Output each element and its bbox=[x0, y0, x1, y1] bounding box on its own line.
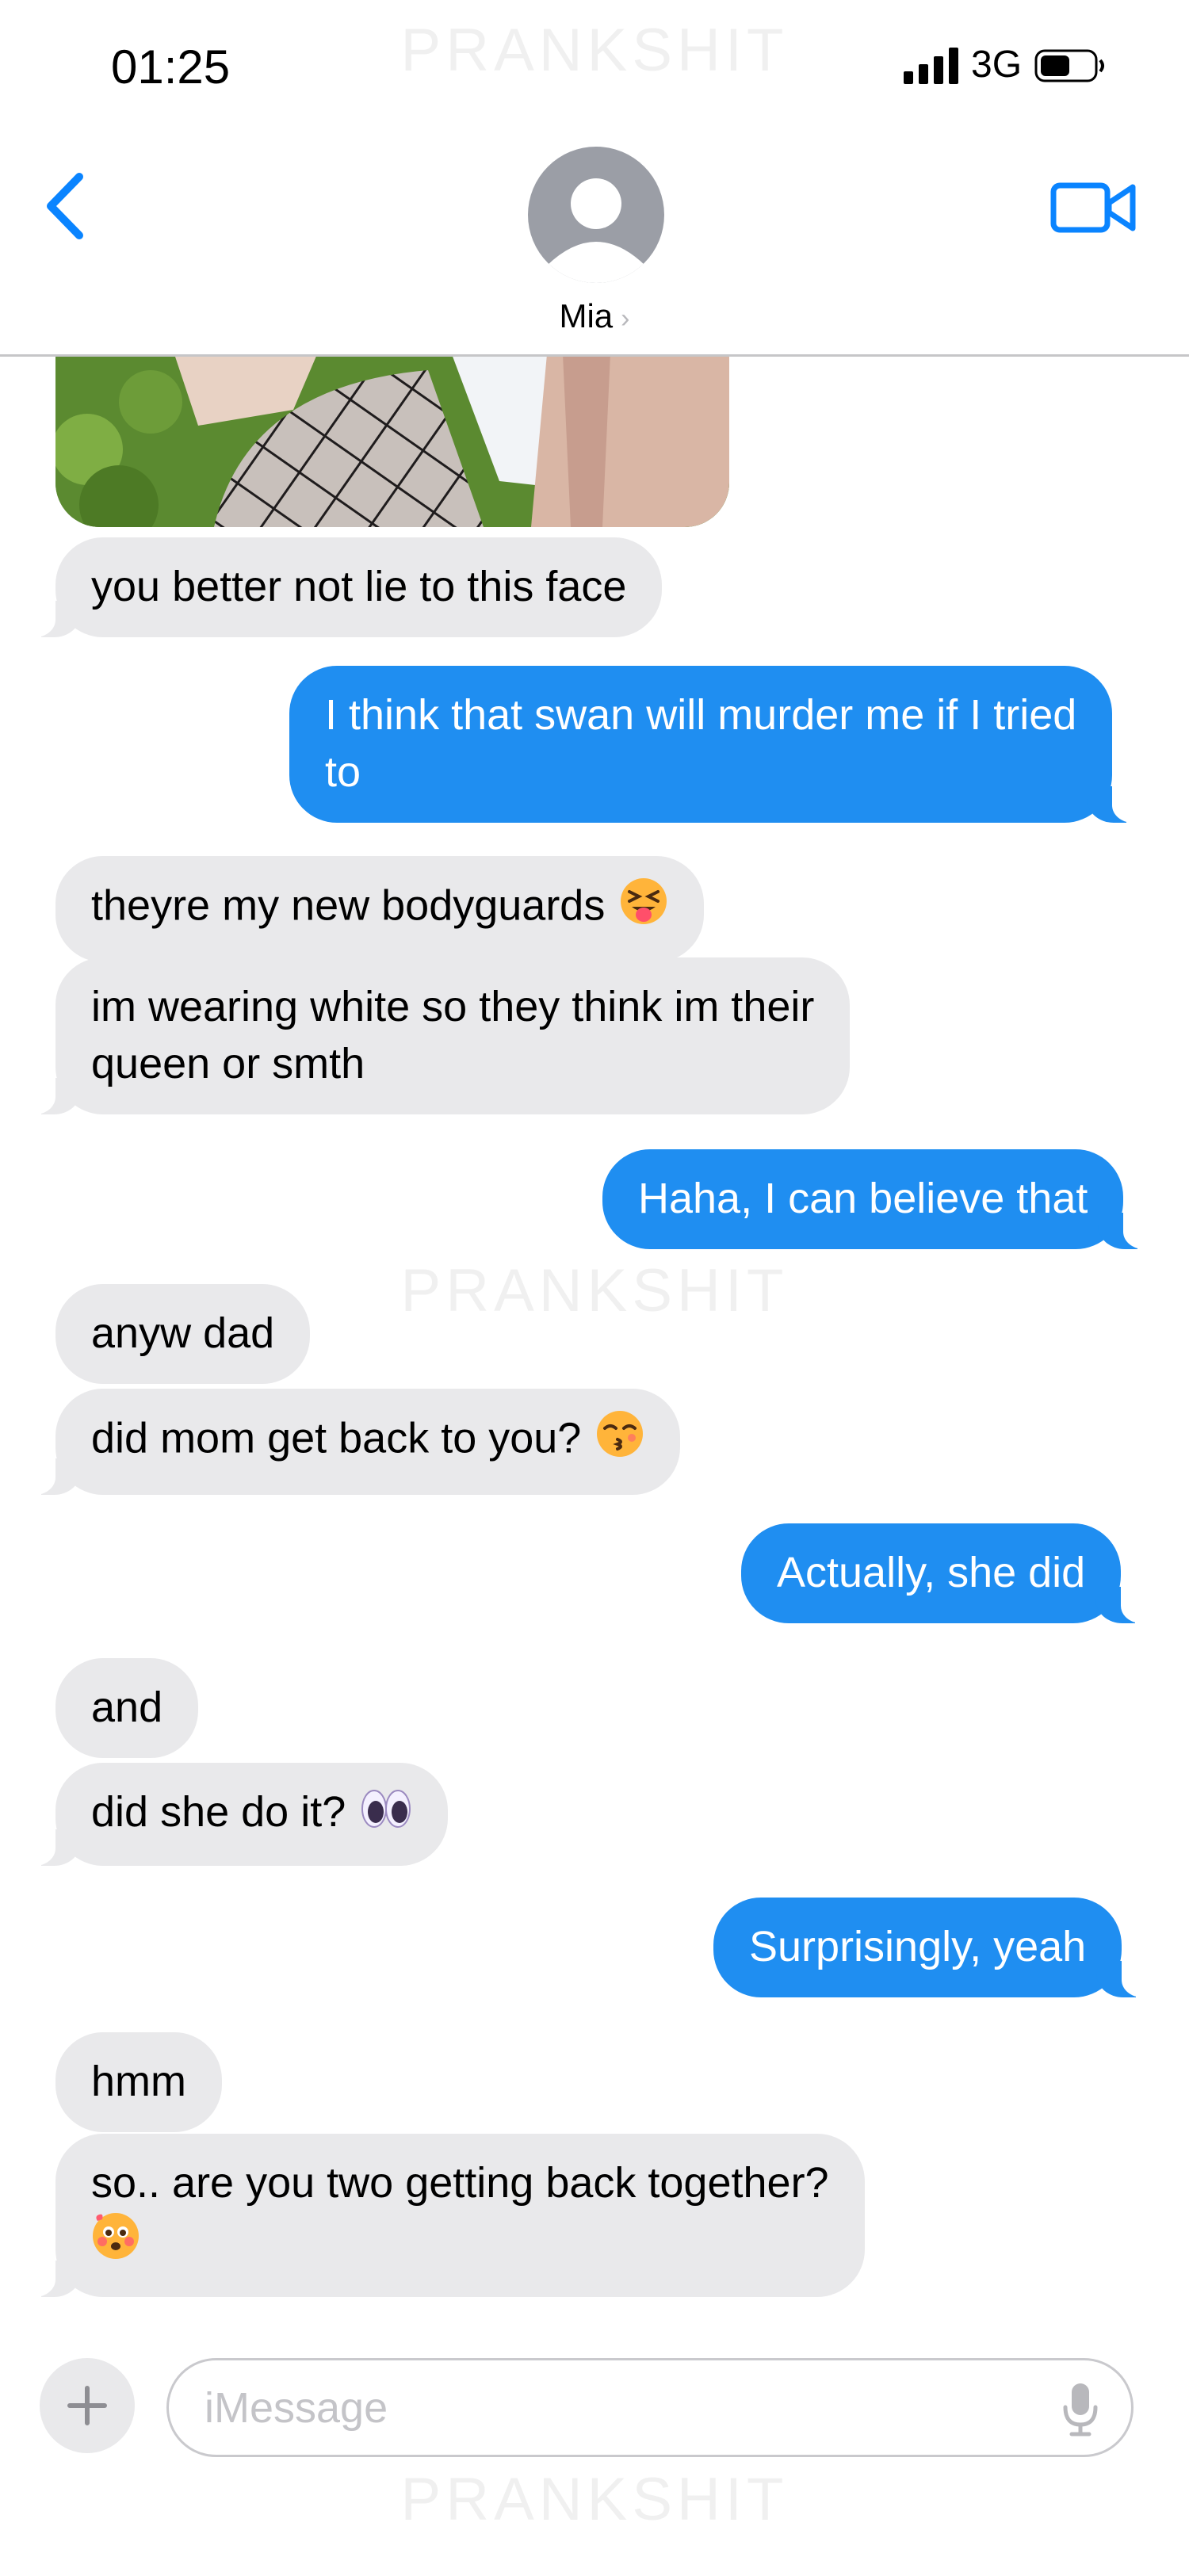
outgoing-message[interactable]: Surprisingly, yeah bbox=[713, 1898, 1156, 1997]
video-call-icon[interactable] bbox=[1050, 176, 1137, 239]
outgoing-message[interactable]: I think that swan will murder me if I tr… bbox=[289, 666, 1146, 823]
message-text: so.. are you two getting back together? bbox=[91, 2159, 829, 2207]
message-text: did she do it? bbox=[91, 1788, 346, 1836]
message-input[interactable] bbox=[166, 2358, 1134, 2457]
battery-icon bbox=[1034, 49, 1104, 82]
message-text: hmm bbox=[91, 2058, 186, 2105]
status-time: 01:25 bbox=[111, 40, 231, 94]
outgoing-message[interactable]: Haha, I can believe that bbox=[602, 1149, 1157, 1249]
status-bar: 01:25 3G bbox=[0, 0, 1189, 135]
eyes-emoji-icon bbox=[360, 1787, 412, 1844]
incoming-message[interactable]: anyw dad bbox=[55, 1284, 311, 1384]
conversation-header: Mia › bbox=[0, 135, 1189, 357]
incoming-message[interactable]: hmm bbox=[55, 2032, 222, 2132]
chevron-right-icon: › bbox=[621, 304, 630, 334]
flushed-emoji-icon bbox=[91, 2211, 143, 2275]
incoming-message[interactable]: you better not lie to this face bbox=[21, 537, 663, 637]
network-type: 3G bbox=[971, 44, 1023, 86]
message-text: Surprisingly, yeah bbox=[749, 1923, 1087, 1970]
message-text: Actually, she did bbox=[777, 1549, 1086, 1596]
add-attachment-button[interactable] bbox=[40, 2358, 135, 2453]
message-text: anyw dad bbox=[91, 1309, 275, 1357]
message-text: and bbox=[91, 1684, 163, 1731]
person-icon bbox=[547, 178, 645, 283]
message-text: Haha, I can believe that bbox=[638, 1175, 1088, 1222]
outgoing-message[interactable]: Actually, she did bbox=[741, 1523, 1155, 1623]
photo-attachment[interactable] bbox=[55, 354, 729, 527]
message-text: theyre my new bodyguards bbox=[91, 881, 606, 930]
message-text: im wearing white so they think im their bbox=[91, 983, 815, 1030]
message-text: you better not lie to this face bbox=[91, 563, 627, 610]
incoming-message[interactable]: so.. are you two getting back together? bbox=[22, 2134, 865, 2297]
kissing-emoji-icon bbox=[595, 1409, 644, 1473]
message-text: queen or smth bbox=[91, 1040, 365, 1087]
message-text: did mom get back to you? bbox=[91, 1414, 582, 1462]
incoming-message[interactable]: did mom get back to you? bbox=[21, 1389, 681, 1495]
back-chevron-icon[interactable] bbox=[41, 170, 97, 242]
squinting-tongue-emoji-icon bbox=[619, 877, 668, 940]
contact-name: Mia bbox=[559, 297, 614, 334]
plus-icon bbox=[67, 2386, 107, 2425]
message-text: I think that swan will murder me if I tr… bbox=[325, 691, 1077, 739]
watermark-text: PRANKSHIT bbox=[400, 2466, 789, 2533]
microphone-icon[interactable] bbox=[1062, 2382, 1099, 2437]
photo-image bbox=[55, 354, 729, 527]
incoming-message[interactable]: and bbox=[55, 1658, 199, 1758]
avatar[interactable] bbox=[528, 147, 664, 283]
contact-name-button[interactable]: Mia › bbox=[0, 297, 1189, 335]
incoming-message[interactable]: theyre my new bodyguards bbox=[55, 856, 705, 962]
cellular-signal-icon bbox=[904, 48, 958, 84]
message-text: to bbox=[325, 748, 361, 796]
incoming-message[interactable]: did she do it? bbox=[21, 1763, 449, 1866]
incoming-message[interactable]: im wearing white so they think im their … bbox=[21, 957, 851, 1114]
